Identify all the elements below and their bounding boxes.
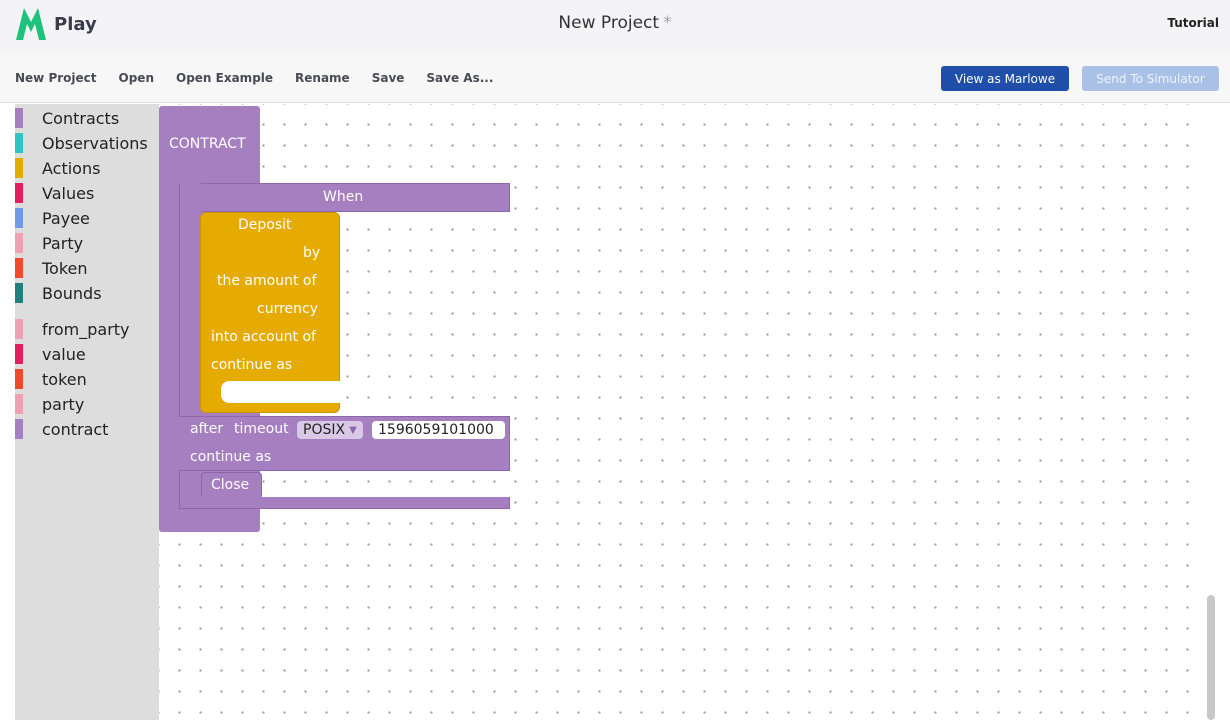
toolbox-hole-party[interactable]: party — [15, 393, 84, 415]
toolbox-hole-token[interactable]: token — [15, 368, 87, 390]
category-color-swatch — [15, 108, 23, 128]
toolbox-category-bounds[interactable]: Bounds — [15, 282, 102, 304]
save-button[interactable]: Save — [372, 71, 405, 85]
timeout-label: timeout — [234, 421, 289, 437]
blockly-toolbox: Contracts Observations Actions Values Pa… — [15, 104, 159, 720]
new-project-button[interactable]: New Project — [15, 71, 97, 85]
toolbox-hole-label: value — [42, 344, 86, 364]
project-toolbar: New Project Open Open Example Rename Sav… — [0, 54, 1230, 103]
toolbox-hole-from-party[interactable]: from_party — [15, 318, 130, 340]
tutorial-link[interactable]: Tutorial — [1167, 16, 1219, 30]
toolbox-category-label: Token — [42, 258, 88, 278]
app-header: Play New Project * Tutorial — [0, 0, 1230, 54]
category-color-swatch — [15, 258, 23, 278]
project-title: New Project * — [0, 13, 1230, 33]
category-color-swatch — [15, 344, 23, 364]
category-color-swatch — [15, 419, 23, 439]
deposit-by-label: by — [303, 245, 321, 261]
toolbox-category-contracts[interactable]: Contracts — [15, 107, 119, 129]
category-color-swatch — [15, 183, 23, 203]
deposit-continue-label: continue as — [211, 357, 293, 373]
toolbox-category-label: Party — [42, 233, 84, 253]
category-color-swatch — [15, 283, 23, 303]
toolbox-category-label: Actions — [42, 158, 101, 178]
deposit-into-account-label: into account of — [211, 329, 316, 345]
deposit-continue-slot[interactable] — [221, 381, 340, 403]
send-to-simulator-button[interactable]: Send To Simulator — [1082, 66, 1219, 91]
dropdown-arrow-icon: ▼ — [349, 424, 357, 436]
deposit-title: Deposit — [238, 217, 292, 233]
timeout-value-input[interactable]: 1596059101000 — [372, 421, 505, 439]
deposit-currency-label: currency — [257, 301, 318, 317]
toolbox-hole-contract[interactable]: contract — [15, 418, 108, 440]
category-color-swatch — [15, 394, 23, 414]
rename-button[interactable]: Rename — [295, 71, 350, 85]
unsaved-indicator: * — [663, 13, 672, 33]
open-button[interactable]: Open — [119, 71, 154, 85]
toolbox-category-payee[interactable]: Payee — [15, 207, 90, 229]
timeout-type-value: POSIX — [303, 422, 346, 438]
toolbox-category-label: Observations — [42, 133, 148, 153]
timeout-type-dropdown[interactable]: POSIX ▼ — [297, 421, 363, 439]
project-title-text: New Project — [558, 13, 660, 33]
view-as-marlowe-button[interactable]: View as Marlowe — [941, 66, 1069, 91]
when-block-label: When — [323, 189, 364, 205]
save-as-button[interactable]: Save As... — [426, 71, 493, 85]
contract-block-label: CONTRACT — [169, 136, 246, 152]
category-color-swatch — [15, 208, 23, 228]
after-label: after — [190, 421, 224, 437]
category-color-swatch — [15, 369, 23, 389]
toolbox-category-label: Values — [42, 183, 95, 203]
toolbox-category-label: Payee — [42, 208, 90, 228]
category-color-swatch — [15, 233, 23, 253]
workspace-scrollbar[interactable] — [1207, 595, 1215, 720]
toolbox-category-label: Contracts — [42, 108, 120, 128]
close-block-label: Close — [211, 477, 250, 493]
toolbox-hole-label: party — [42, 394, 85, 414]
toolbox-category-token[interactable]: Token — [15, 257, 88, 279]
when-block-footer — [179, 497, 510, 509]
open-example-button[interactable]: Open Example — [176, 71, 273, 85]
toolbox-hole-label: token — [42, 369, 87, 389]
toolbox-category-values[interactable]: Values — [15, 182, 94, 204]
toolbox-category-actions[interactable]: Actions — [15, 157, 100, 179]
category-color-swatch — [15, 158, 23, 178]
toolbox-hole-value[interactable]: value — [15, 343, 86, 365]
category-color-swatch — [15, 319, 23, 339]
toolbox-category-observations[interactable]: Observations — [15, 132, 148, 154]
toolbox-category-party[interactable]: Party — [15, 232, 83, 254]
toolbox-hole-label: contract — [42, 419, 109, 439]
when-continue-label: continue as — [190, 449, 272, 465]
toolbox-hole-label: from_party — [42, 319, 130, 339]
project-menu: New Project Open Open Example Rename Sav… — [15, 71, 515, 85]
category-color-swatch — [15, 133, 23, 153]
toolbox-category-label: Bounds — [42, 283, 102, 303]
deposit-amount-label: the amount of — [217, 273, 317, 289]
